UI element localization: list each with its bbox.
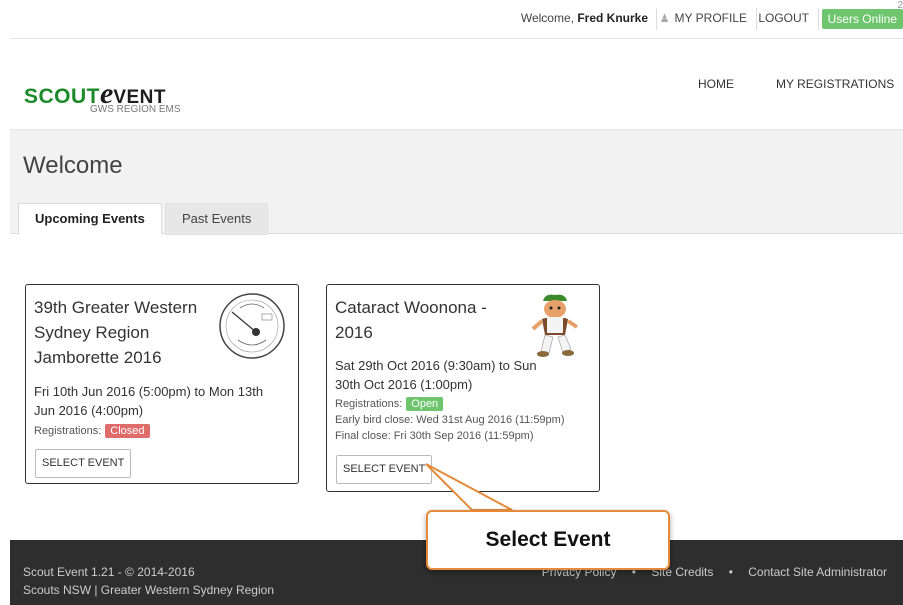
logo-subtitle: GWS REGION EMS [90, 104, 181, 115]
jamborette-badge-icon [219, 293, 285, 359]
tab-past-events[interactable]: Past Events [165, 203, 269, 235]
select-event-button[interactable]: SELECT EVENT [35, 449, 132, 478]
site-header: SCOUTeVENT GWS REGION EMS HOME MY REGIST… [10, 39, 903, 130]
welcome-prefix: Welcome, [520, 11, 574, 25]
divider [656, 8, 657, 30]
tab-upcoming-events[interactable]: Upcoming Events [18, 203, 162, 235]
footer-separator: • [728, 565, 733, 579]
registration-status: Registrations: Closed [34, 424, 150, 438]
top-bar: Welcome, Fred Knurke ♟ MY PROFILE LOGOUT … [10, 0, 903, 39]
footer-version: Scout Event 1.21 - © 2014-2016 [23, 565, 195, 579]
page-title: Welcome [23, 152, 123, 179]
registrations-label: Registrations: [34, 425, 102, 437]
final-close: Final close: Fri 30th Sep 2016 (11:59pm) [335, 430, 534, 442]
welcome-user: Welcome, Fred Knurke [521, 11, 648, 25]
divider [756, 8, 757, 30]
status-badge: Closed [105, 424, 150, 438]
event-title: 39th Greater Western Sydney Region Jambo… [34, 298, 198, 367]
nav-my-registrations[interactable]: MY REGISTRATIONS [776, 77, 894, 91]
my-profile-label: MY PROFILE [674, 11, 747, 25]
early-bird-close: Early bird close: Wed 31st Aug 2016 (11:… [335, 414, 565, 426]
user-name: Fred Knurke [577, 11, 648, 25]
users-online-button[interactable]: Users Online [821, 9, 903, 29]
event-dates: Fri 10th Jun 2016 (5:00pm) to Mon 13th J… [34, 384, 264, 418]
user-icon: ♟ [659, 13, 670, 25]
event-dates: Sat 29th Oct 2016 (9:30am) to Sun 30th O… [335, 358, 537, 392]
select-event-callout: Select Event [426, 510, 670, 570]
status-badge: Open [406, 397, 444, 411]
mascot-icon [531, 294, 579, 357]
callout-pointer [425, 463, 513, 511]
registrations-label: Registrations: [335, 398, 403, 410]
event-card: 39th Greater Western Sydney Region Jambo… [25, 284, 299, 484]
registration-status: Registrations: Open [335, 397, 444, 411]
nav-home[interactable]: HOME [698, 77, 734, 91]
welcome-section: Welcome Upcoming Events Past Events [10, 130, 903, 235]
scout-event-logo[interactable]: SCOUTeVENT GWS REGION EMS [24, 77, 181, 115]
my-profile-link[interactable]: ♟ MY PROFILE [660, 11, 747, 25]
app-frame: Welcome, Fred Knurke ♟ MY PROFILE LOGOUT … [10, 0, 903, 605]
contact-admin-link[interactable]: Contact Site Administrator [748, 565, 887, 579]
divider [818, 8, 819, 30]
callout-text: Select Event [485, 528, 611, 551]
logout-link[interactable]: LOGOUT [758, 11, 809, 25]
corner-badge: 2 [897, 0, 903, 11]
footer-org: Scouts NSW | Greater Western Sydney Regi… [23, 583, 274, 597]
logo-word-scout: SCOUT [24, 85, 100, 108]
event-title: Cataract Woonona - 2016 [335, 298, 487, 342]
event-card: Cataract Woonona - 2016 Sat 29th Oct 201… [326, 284, 600, 492]
